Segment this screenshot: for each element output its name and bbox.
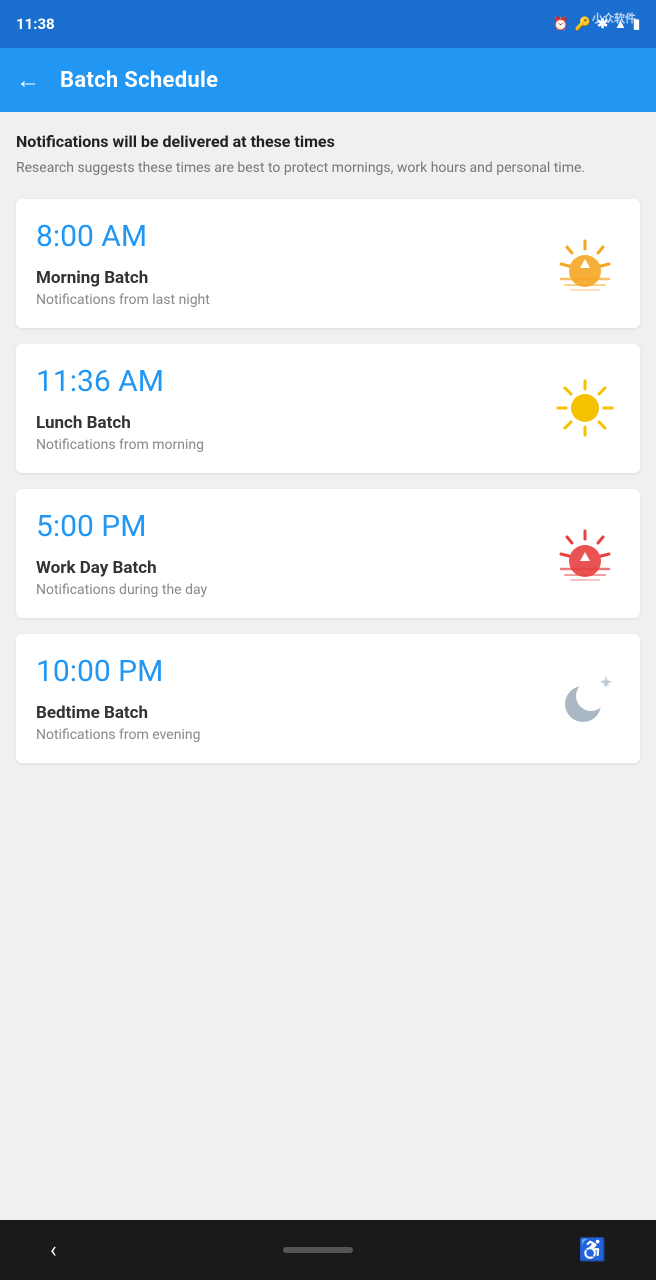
workday-desc: Notifications during the day <box>36 582 550 598</box>
morning-time: 8:00 AM <box>36 219 550 254</box>
sunrise-icon <box>550 228 620 298</box>
lunch-card-content: 11:36 AM Lunch Batch Notifications from … <box>36 364 550 453</box>
bedtime-time: 10:00 PM <box>36 654 550 689</box>
workday-name: Work Day Batch <box>36 558 550 578</box>
sunrise-svg <box>553 231 618 296</box>
key-icon: 🔑 <box>575 17 591 32</box>
bedtime-card-content: 10:00 PM Bedtime Batch Notifications fro… <box>36 654 550 743</box>
schedule-card-workday[interactable]: 5:00 PM Work Day Batch Notifications dur… <box>16 489 640 618</box>
description-block: Notifications will be delivered at these… <box>16 132 640 179</box>
status-bar: 11:38 ⏰ 🔑 ✱ ▲ ▮ 小众软件 <box>0 0 656 48</box>
sunset-icon <box>550 518 620 588</box>
back-button[interactable]: ← <box>16 66 40 95</box>
bedtime-desc: Notifications from evening <box>36 727 550 743</box>
moon-svg <box>553 666 618 731</box>
bottom-nav: ‹ ♿ <box>0 1220 656 1280</box>
nav-back-button[interactable]: ‹ <box>50 1238 57 1263</box>
content-area: Notifications will be delivered at these… <box>0 112 656 795</box>
bedtime-name: Bedtime Batch <box>36 703 550 723</box>
lunch-desc: Notifications from morning <box>36 437 550 453</box>
morning-name: Morning Batch <box>36 268 550 288</box>
app-bar-title: Batch Schedule <box>60 68 218 93</box>
status-icons: ⏰ 🔑 ✱ ▲ ▮ 小众软件 <box>553 16 640 32</box>
description-subtitle: Research suggests these times are best t… <box>16 159 640 179</box>
sunset-svg <box>553 521 618 586</box>
watermark: 小众软件 <box>592 10 636 26</box>
workday-card-content: 5:00 PM Work Day Batch Notifications dur… <box>36 509 550 598</box>
nav-accessibility-button[interactable]: ♿ <box>579 1238 606 1263</box>
sun-svg <box>553 376 618 441</box>
app-bar: ← Batch Schedule <box>0 48 656 112</box>
description-title: Notifications will be delivered at these… <box>16 132 640 151</box>
schedule-card-morning[interactable]: 8:00 AM Morning Batch Notifications from… <box>16 199 640 328</box>
alarm-icon: ⏰ <box>553 17 569 32</box>
nav-home-pill[interactable] <box>283 1247 353 1253</box>
morning-card-content: 8:00 AM Morning Batch Notifications from… <box>36 219 550 308</box>
schedule-card-bedtime[interactable]: 10:00 PM Bedtime Batch Notifications fro… <box>16 634 640 763</box>
workday-time: 5:00 PM <box>36 509 550 544</box>
sun-icon <box>550 373 620 443</box>
status-time: 11:38 <box>16 15 55 33</box>
moon-icon <box>550 663 620 733</box>
lunch-time: 11:36 AM <box>36 364 550 399</box>
morning-desc: Notifications from last night <box>36 292 550 308</box>
lunch-name: Lunch Batch <box>36 413 550 433</box>
schedule-card-lunch[interactable]: 11:36 AM Lunch Batch Notifications from … <box>16 344 640 473</box>
